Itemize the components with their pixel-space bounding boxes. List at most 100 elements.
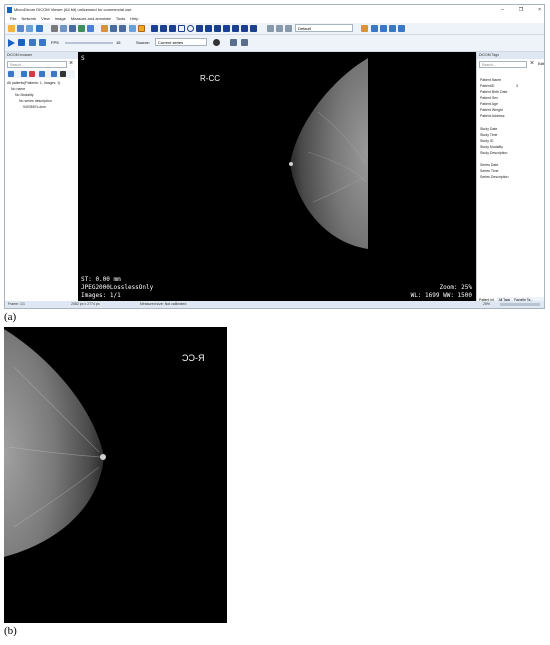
pan-icon[interactable]: [110, 25, 117, 32]
browser-search-input[interactable]: Search...: [7, 61, 67, 68]
remove-icon[interactable]: [29, 71, 35, 77]
previous-icon[interactable]: [29, 39, 36, 46]
minimize-button[interactable]: –: [501, 5, 504, 15]
reset-icon[interactable]: [389, 25, 396, 32]
folder-icon[interactable]: [21, 71, 27, 77]
tree-item-file[interactable]: 9403557c.dcm: [7, 104, 60, 110]
preset-select[interactable]: Default: [295, 24, 353, 32]
video-icon[interactable]: [78, 25, 85, 32]
cropped-view-label: R-CC: [182, 353, 205, 363]
browser-toolbar: [7, 70, 75, 78]
close-button[interactable]: ×: [538, 5, 541, 15]
stop-icon[interactable]: [18, 39, 25, 46]
text-icon[interactable]: [241, 25, 248, 32]
cropped-mammogram-image: [4, 329, 106, 557]
menu-image[interactable]: Image: [55, 15, 66, 23]
overlay-window-level: WL: 1699 WW: 1500: [410, 292, 472, 299]
settings-tool-icon[interactable]: [285, 25, 292, 32]
ellipse-icon[interactable]: [187, 25, 194, 32]
title-bar: MicroDicom DICOM Viewer (64 bit) unlicen…: [5, 5, 544, 15]
fps-label: FPS: [51, 40, 59, 45]
playback-toolbar: FPS 15 Source: Current series: [5, 35, 544, 52]
window-level-icon[interactable]: [138, 25, 145, 32]
gear-icon[interactable]: [213, 39, 220, 46]
view-label: R-CC: [200, 74, 220, 83]
pointer-icon[interactable]: [151, 25, 158, 32]
tag-study-description: Study Description: [480, 151, 508, 155]
sort-icon[interactable]: [39, 71, 45, 77]
status-bar: Frame: 1/1 2082 px x 2774 px Measured si…: [5, 301, 544, 308]
corner-marker: S: [81, 55, 85, 62]
layout-icon[interactable]: [230, 39, 237, 46]
play-icon[interactable]: [8, 39, 15, 47]
tag-series-description: Series Description: [480, 175, 509, 179]
source-label: Source:: [136, 40, 150, 45]
save-icon[interactable]: [36, 25, 43, 32]
open-folder-icon[interactable]: [8, 25, 15, 32]
tags-clear-icon[interactable]: ×: [530, 60, 534, 68]
network-icon[interactable]: [26, 25, 33, 32]
rotate-left-icon[interactable]: [371, 25, 378, 32]
status-frame: Frame: 1/1: [8, 302, 25, 306]
pen-icon[interactable]: [267, 25, 274, 32]
fps-value: 15: [116, 40, 121, 45]
menu-help[interactable]: Help: [130, 15, 138, 23]
open-disc-icon[interactable]: [17, 25, 24, 32]
zoom-icon[interactable]: [101, 25, 108, 32]
figure-label-a: (a): [4, 311, 17, 323]
copy-icon[interactable]: [69, 25, 76, 32]
print-icon[interactable]: [51, 25, 58, 32]
next-icon[interactable]: [39, 39, 46, 46]
freehand-icon[interactable]: [196, 25, 203, 32]
fps-slider[interactable]: [65, 42, 113, 44]
status-size: 2082 px x 2774 px: [71, 302, 100, 306]
patient-tags: Patient Name PatientID 3 Patient Birth D…: [480, 77, 518, 119]
magnify-icon[interactable]: [129, 25, 136, 32]
brush-icon[interactable]: [276, 25, 283, 32]
crop-icon[interactable]: [119, 25, 126, 32]
tag-patient-id-value: 3: [516, 84, 518, 88]
menu-network[interactable]: Network: [21, 15, 36, 23]
clear-search-icon[interactable]: ×: [69, 60, 73, 68]
flip-icon[interactable]: [361, 25, 368, 32]
menu-file[interactable]: File: [10, 15, 16, 23]
rectangle-icon[interactable]: [178, 25, 185, 32]
edit-button[interactable]: Edit: [538, 61, 544, 68]
source-select[interactable]: Current series: [155, 38, 207, 46]
browser-gear-icon[interactable]: [60, 71, 66, 77]
dicom-viewer-window: MicroDicom DICOM Viewer (64 bit) unlicen…: [4, 4, 545, 309]
invert-icon[interactable]: [398, 25, 405, 32]
tags-search-input[interactable]: Search...: [479, 61, 527, 68]
polyline-icon[interactable]: [205, 25, 212, 32]
eraser-icon[interactable]: [250, 25, 257, 32]
line-icon[interactable]: [160, 25, 167, 32]
main-toolbar: Default: [5, 23, 544, 35]
filter-icon[interactable]: [51, 71, 57, 77]
ruler-icon[interactable]: [232, 25, 239, 32]
tags-panel-title: DICOM Tags: [477, 52, 544, 59]
dicom-tags-panel: DICOM Tags Search... × Edit Patient Name…: [476, 52, 544, 303]
patient-tree: All patients(Patients: 1, Images: 1) No …: [7, 80, 60, 110]
browser-panel-title: DICOM browser: [5, 52, 78, 59]
series-tags: Series Date Series Time Series Descripti…: [480, 162, 508, 180]
add-icon[interactable]: [8, 71, 14, 77]
curve-icon[interactable]: [214, 25, 221, 32]
rotate-right-icon[interactable]: [380, 25, 387, 32]
study-tags: Study Date Study Time Study ID Study Mod…: [480, 126, 507, 156]
arrow-icon[interactable]: [223, 25, 230, 32]
window-title: MicroDicom DICOM Viewer (64 bit) unlicen…: [14, 7, 132, 12]
overlay-bottom-left: ST: 0.00 mm JPEG2000LosslessOnly Images:…: [81, 276, 153, 300]
grid-icon[interactable]: [241, 39, 248, 46]
menu-view[interactable]: View: [41, 15, 50, 23]
angle-icon[interactable]: [169, 25, 176, 32]
overlay-slice-thickness: ST: 0.00 mm: [81, 276, 121, 283]
export-icon[interactable]: [60, 25, 67, 32]
window-controls: – ❐ ×: [501, 5, 541, 15]
info-icon[interactable]: [87, 25, 94, 32]
maximize-button[interactable]: ❐: [519, 5, 523, 15]
zoom-slider[interactable]: [500, 303, 540, 306]
menu-measure[interactable]: Measure and annotate: [71, 15, 111, 23]
overlay-codec: JPEG2000LosslessOnly: [81, 284, 154, 291]
menu-tools[interactable]: Tools: [116, 15, 125, 23]
image-viewport[interactable]: R-CC S ST: 0.00 mm JPEG2000LosslessOnly …: [78, 52, 476, 303]
